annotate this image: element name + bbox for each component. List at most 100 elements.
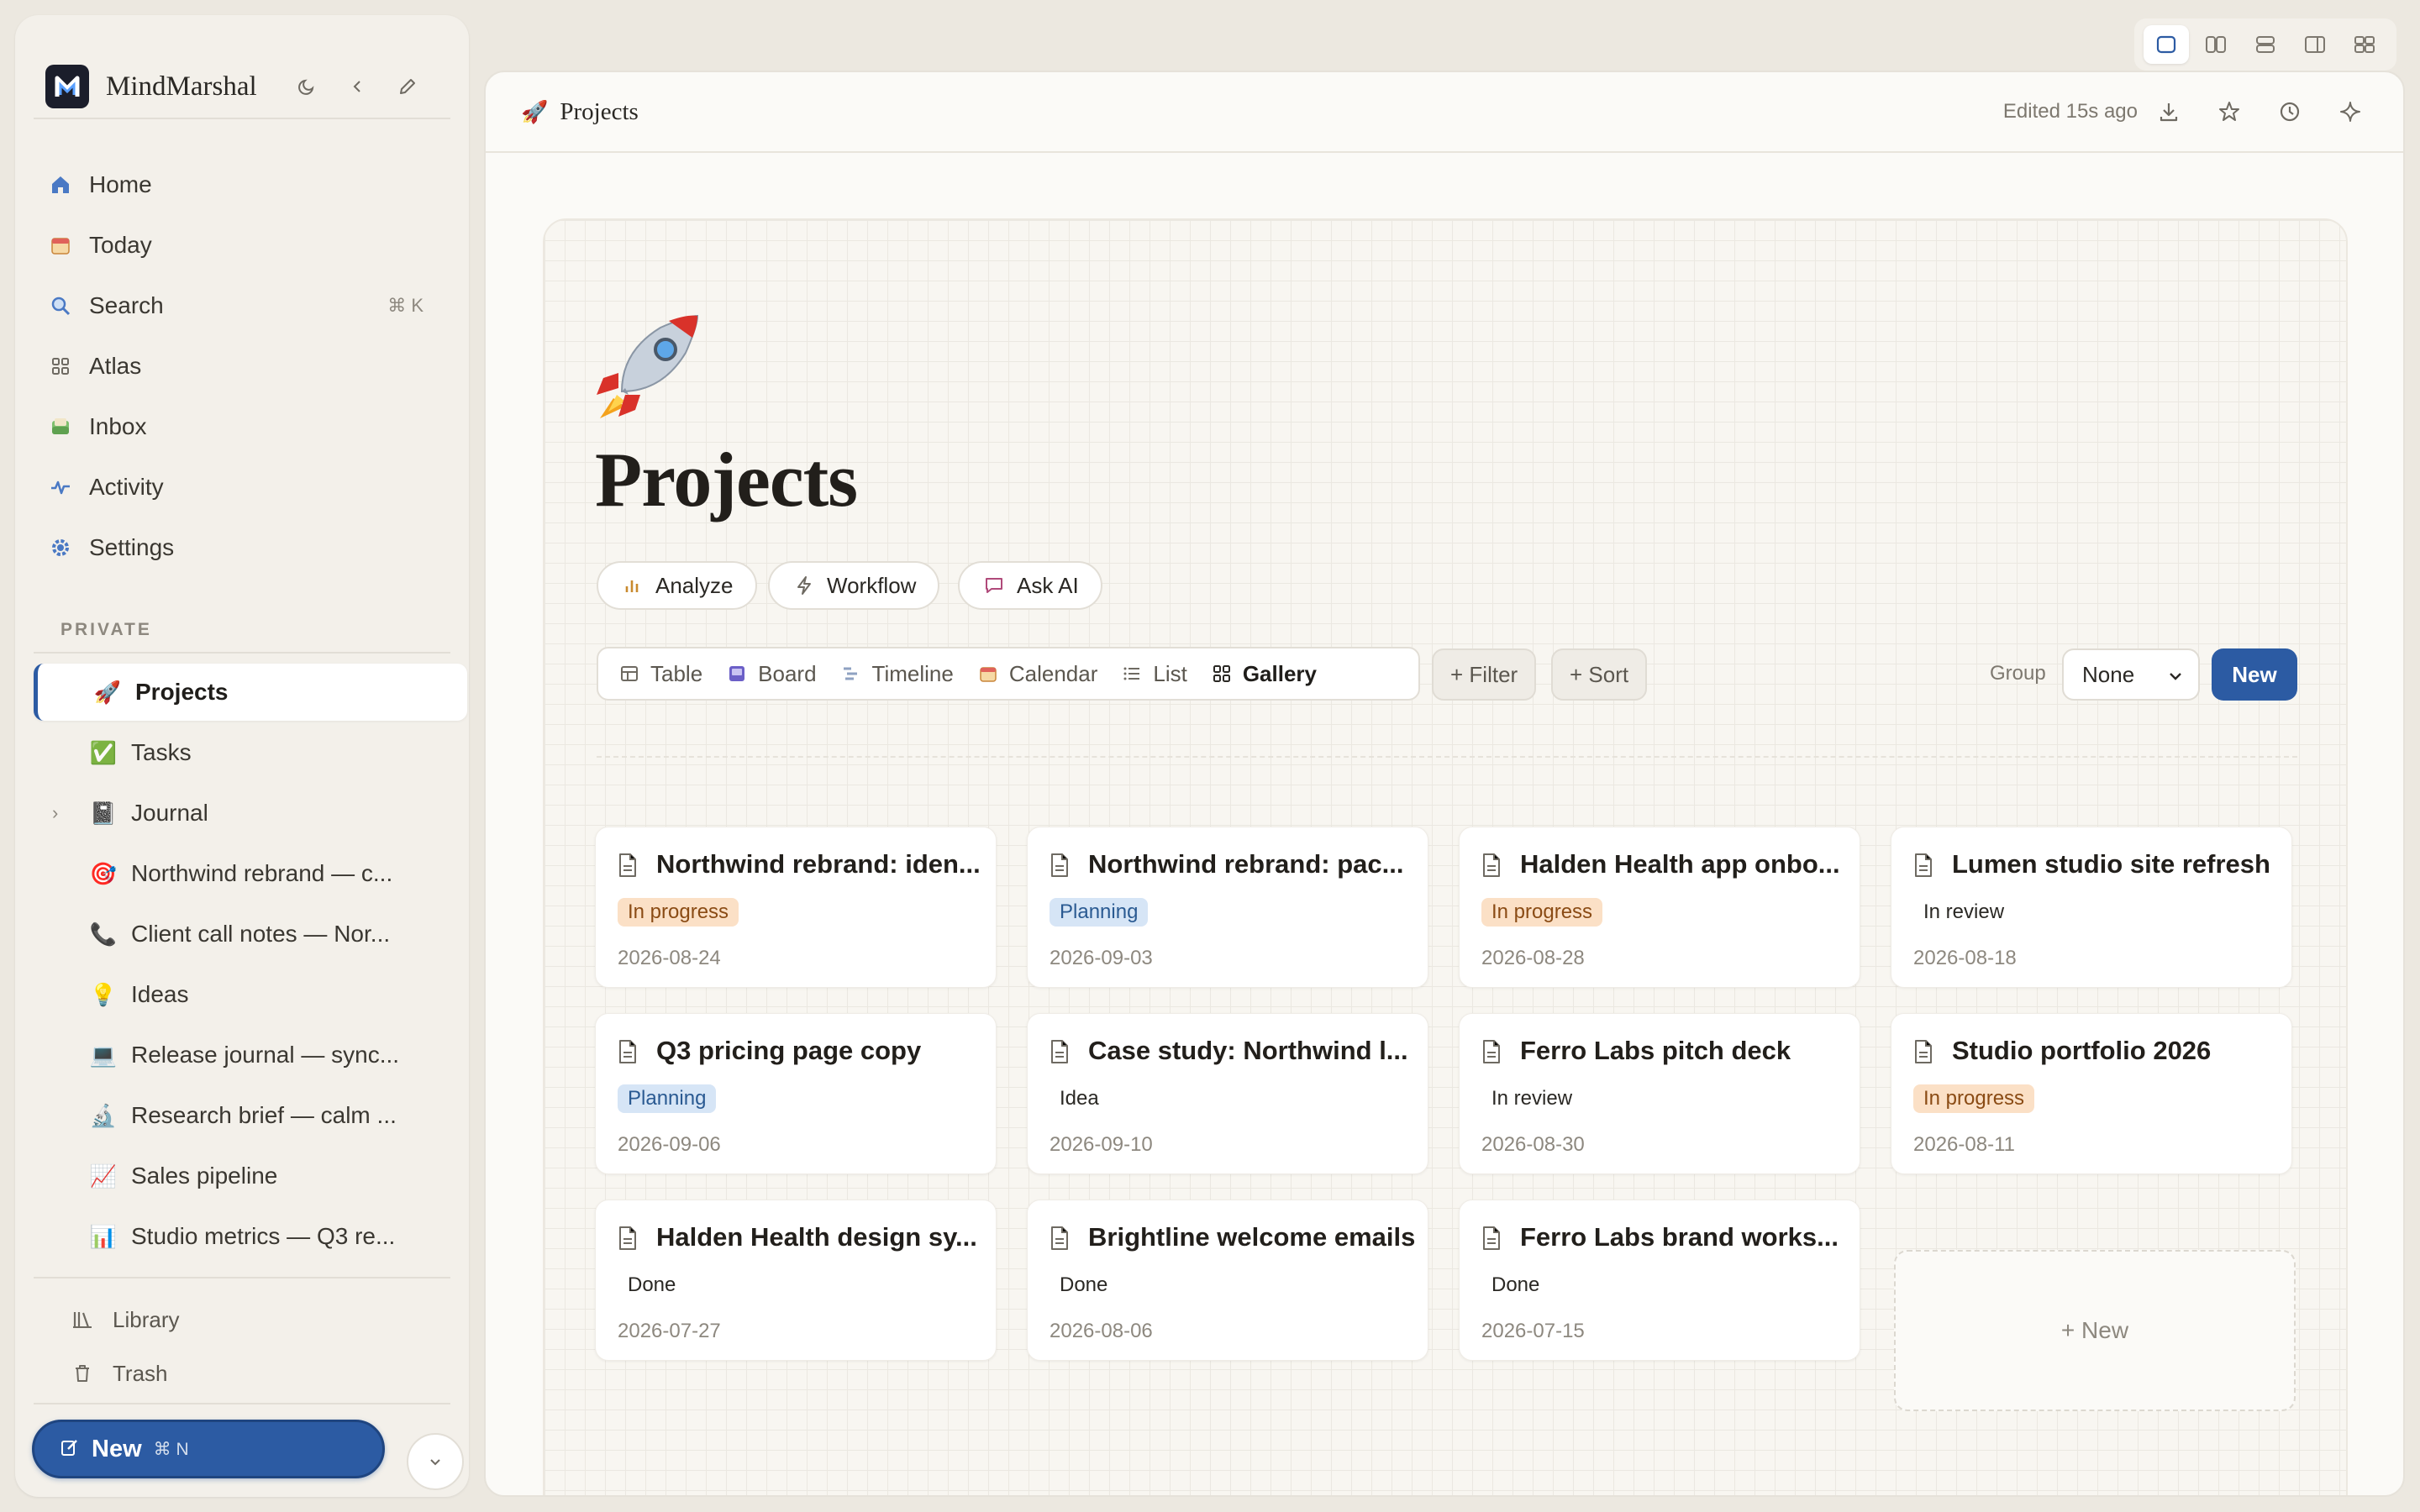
page-item-research-brief[interactable]: 🔬 Research brief — calm ...: [34, 1087, 467, 1144]
card-title: Ferro Labs pitch deck: [1520, 1036, 1791, 1065]
tab-board[interactable]: Board: [714, 652, 828, 696]
page-item-northwind-rebrand[interactable]: 🎯 Northwind rebrand — c...: [34, 845, 467, 902]
edited-status: Edited 15s ago: [2002, 100, 2138, 123]
split-horizontal-layout-icon[interactable]: [2243, 25, 2288, 64]
page-rocket-icon[interactable]: [588, 307, 706, 425]
gallery-card[interactable]: Brightline welcome emails Done 2026-08-06: [1027, 1200, 1428, 1361]
nav-home[interactable]: Home: [47, 161, 450, 208]
expand-chevron-icon[interactable]: ›: [52, 802, 58, 824]
brand[interactable]: MindMarshal: [45, 50, 440, 123]
page-item-studio-metrics[interactable]: 📊 Studio metrics — Q3 re...: [34, 1208, 467, 1265]
gallery-card[interactable]: Lumen studio site refresh In review 2026-0…: [1891, 827, 2292, 988]
page-item-client-call-notes[interactable]: 📞 Client call notes — Nor...: [34, 906, 467, 963]
sort-button[interactable]: + Sort: [1551, 648, 1648, 701]
tab-calendar[interactable]: Calendar: [965, 652, 1110, 696]
nav-today[interactable]: Today: [47, 222, 450, 269]
gallery-card[interactable]: Q3 pricing page copy Planning 2026-09-06: [595, 1013, 997, 1174]
new-card-button[interactable]: + New: [1894, 1250, 2296, 1411]
nav-settings[interactable]: Settings: [47, 524, 450, 571]
search-shortcut: ⌘ K: [387, 295, 424, 316]
tab-label: Timeline: [871, 660, 954, 686]
page-item-release-journal[interactable]: 💻 Release journal — sync...: [34, 1026, 467, 1084]
library-icon: [69, 1306, 96, 1333]
gallery-card[interactable]: Halden Health app onbo... In progress 2026…: [1459, 827, 1860, 988]
card-date: 2026-08-11: [1913, 1133, 2015, 1156]
nav-search[interactable]: Search ⌘ K: [47, 282, 450, 329]
chart-up-icon: 📈: [89, 1163, 118, 1189]
page-title[interactable]: Projects: [595, 435, 858, 524]
tab-table[interactable]: Table: [607, 652, 714, 696]
document-icon: [1050, 1039, 1073, 1066]
tab-gallery[interactable]: Gallery: [1199, 652, 1328, 696]
section-label-private: PRIVATE: [60, 620, 152, 639]
single-pane-layout-icon[interactable]: [2143, 25, 2189, 64]
divider: [34, 118, 450, 119]
document-icon: [1050, 1226, 1073, 1252]
dark-mode-moon-icon[interactable]: [291, 71, 323, 102]
gallery-card[interactable]: Studio portfolio 2026 In progress 2026-08-…: [1891, 1013, 2292, 1174]
page-item-ideas[interactable]: 💡 Ideas: [34, 966, 467, 1023]
nav-label: Inbox: [89, 413, 147, 439]
chart-icon: [620, 573, 645, 598]
compose-pencil-icon[interactable]: [392, 71, 424, 102]
page-canvas: Projects Analyze Workflow Ask AI Table B…: [543, 218, 2348, 1495]
card-title: Studio portfolio 2026: [1952, 1036, 2212, 1065]
card-date: 2026-07-27: [618, 1320, 721, 1342]
nav-label: Home: [89, 171, 152, 197]
card-date: 2026-09-03: [1050, 947, 1153, 969]
status-badge: Idea: [1060, 1087, 1099, 1110]
split-vertical-layout-icon[interactable]: [2193, 25, 2238, 64]
ask-ai-button[interactable]: Ask AI: [958, 561, 1102, 610]
new-entry-button[interactable]: New: [2212, 648, 2297, 701]
card-title: Ferro Labs brand works...: [1520, 1222, 1839, 1252]
page-item-projects[interactable]: 🚀 Projects: [34, 664, 467, 721]
library-label: Library: [113, 1306, 180, 1332]
tab-list[interactable]: List: [1109, 652, 1198, 696]
status-badge: In progress: [618, 898, 739, 927]
analyze-button[interactable]: Analyze: [597, 561, 757, 610]
new-button-shortcut: ⌘ N: [153, 1439, 189, 1459]
gallery-card[interactable]: Ferro Labs brand works... Done 2026-07-15: [1459, 1200, 1860, 1361]
gallery-card[interactable]: Northwind rebrand: pac... Planning 2026-09…: [1027, 827, 1428, 988]
page-item-sales-pipeline[interactable]: 📈 Sales pipeline: [34, 1147, 467, 1205]
page-label: Journal: [131, 800, 208, 826]
sparkle-ai-icon[interactable]: [2334, 96, 2366, 128]
nav-activity[interactable]: Activity: [47, 464, 450, 511]
trash-label: Trash: [113, 1360, 168, 1386]
nav-atlas[interactable]: Atlas: [47, 343, 450, 390]
workflow-button[interactable]: Workflow: [768, 561, 940, 610]
gallery-card[interactable]: Halden Health design sy... Done 2026-07-27: [595, 1200, 997, 1361]
activity-icon: [47, 474, 74, 501]
download-icon[interactable]: [2153, 96, 2185, 128]
new-page-button[interactable]: New ⌘ N: [32, 1420, 385, 1478]
sidebar-library[interactable]: Library: [69, 1299, 179, 1341]
nav-inbox[interactable]: Inbox: [47, 403, 450, 450]
star-icon[interactable]: [2213, 96, 2245, 128]
tab-timeline[interactable]: Timeline: [829, 652, 965, 696]
card-title: Northwind rebrand: pac...: [1088, 849, 1404, 879]
side-panel-layout-icon[interactable]: [2292, 25, 2338, 64]
status-badge: Done: [1491, 1273, 1540, 1296]
collapse-sidebar-chevron-icon[interactable]: [341, 71, 373, 102]
history-clock-icon[interactable]: [2274, 96, 2306, 128]
document-icon: [618, 1226, 641, 1252]
status-badge: In review: [1491, 1087, 1573, 1110]
tab-label: Table: [650, 660, 703, 686]
page-item-journal[interactable]: › 📓 Journal: [34, 785, 467, 842]
card-title: Lumen studio site refresh: [1952, 849, 2270, 879]
gallery-card[interactable]: Ferro Labs pitch deck In review 2026-08-30: [1459, 1013, 1860, 1174]
nav-label: Search: [89, 292, 164, 318]
gallery-card[interactable]: Case study: Northwind l... Idea 2026-09-10: [1027, 1013, 1428, 1174]
document-icon: [1913, 1039, 1937, 1066]
card-title: Northwind rebrand: iden...: [656, 849, 981, 879]
breadcrumb[interactable]: 🚀 Projects: [521, 98, 639, 126]
page-item-tasks[interactable]: ✅ Tasks: [34, 724, 467, 781]
group-select[interactable]: None: [2062, 648, 2200, 701]
gallery-card[interactable]: Northwind rebrand: iden... In progress 202…: [595, 827, 997, 988]
filter-button[interactable]: + Filter: [1432, 648, 1537, 701]
card-title: Case study: Northwind l...: [1088, 1036, 1408, 1065]
quad-grid-layout-icon[interactable]: [2342, 25, 2387, 64]
phone-icon: 📞: [89, 921, 118, 947]
new-options-chevron-icon[interactable]: [407, 1433, 464, 1490]
sidebar-trash[interactable]: Trash: [69, 1352, 168, 1394]
